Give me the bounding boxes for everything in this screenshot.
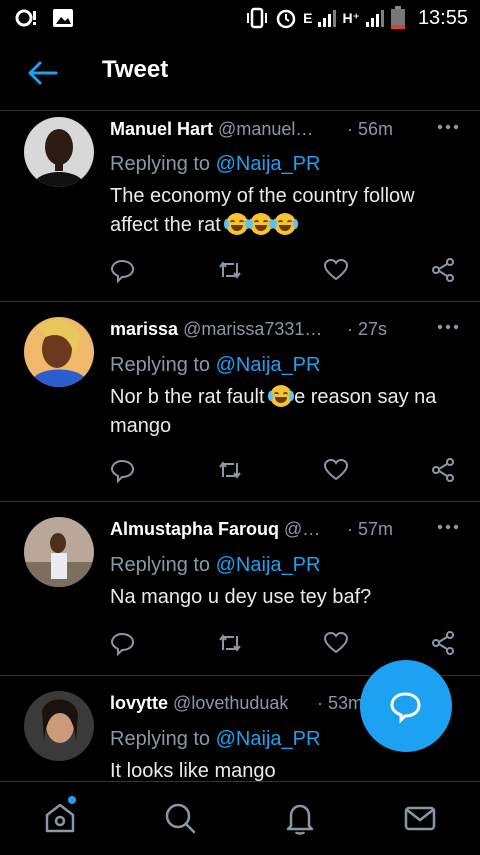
mention-link[interactable]: @Naija_PR [216, 153, 321, 175]
tweet-text: It looks like mango [110, 757, 462, 781]
like-icon[interactable] [323, 257, 349, 283]
tweet-text-content: It looks like mango [110, 760, 276, 781]
home-icon[interactable] [42, 800, 78, 836]
compose-reply-icon [390, 692, 421, 724]
author-handle: @lovethuduak [173, 693, 289, 713]
replying-to-label: Replying to [110, 153, 216, 175]
tweet-time: · 27s [347, 319, 388, 339]
mention-link[interactable]: @Naija_PR [216, 728, 321, 750]
share-icon[interactable] [430, 257, 456, 283]
page-title: Tweet [102, 56, 169, 83]
retweet-icon[interactable] [217, 457, 243, 483]
tweet-text: The economy of the country follow affect… [110, 182, 462, 240]
replying-to: Replying to @Naija_PR [110, 153, 320, 176]
status-right: E H⁺ 13:55 [245, 6, 468, 30]
more-icon[interactable] [436, 117, 460, 137]
share-icon[interactable] [430, 457, 456, 483]
replying-to-label: Replying to [110, 554, 216, 576]
tears-of-joy-emoji [272, 213, 299, 235]
bottom-navigation [0, 781, 480, 855]
replying-to: Replying to @Naija_PR [110, 728, 320, 751]
replying-to: Replying to @Naija_PR [110, 554, 320, 577]
author-name[interactable]: Manuel Hart [110, 119, 213, 139]
messages-icon[interactable] [402, 800, 438, 836]
share-icon[interactable] [430, 630, 456, 656]
network-type-2: H⁺ [342, 9, 360, 26]
more-icon[interactable] [436, 517, 460, 537]
vibrate-icon [247, 7, 268, 29]
gallery-icon [53, 9, 73, 27]
author-handle: @manuel… [218, 119, 314, 139]
author-name[interactable]: Almustapha Farouq [110, 519, 279, 539]
author-name[interactable]: marissa [110, 319, 178, 339]
tweet-actions [110, 457, 458, 483]
tweet-item[interactable]: Manuel Hart @manuel… · 56m Replying to @… [0, 111, 480, 302]
tweet-text-content: Na mango u dey use tey baf? [110, 586, 372, 608]
alarm-icon [276, 9, 296, 29]
status-bar: E H⁺ 13:55 [0, 0, 480, 38]
battery-icon [390, 6, 405, 29]
tweet-time: · 57m [347, 519, 394, 539]
back-arrow-icon[interactable] [26, 60, 60, 86]
like-icon[interactable] [323, 457, 349, 483]
tweet-time: · 53m [317, 693, 364, 713]
tears-of-joy-emoji [248, 213, 275, 235]
more-icon[interactable] [436, 317, 460, 337]
retweet-icon[interactable] [217, 630, 243, 656]
tweet-header: Almustapha Farouq @… · 57m [110, 519, 460, 545]
tweet-actions [110, 630, 458, 656]
tweet-text: Na mango u dey use tey baf? [110, 583, 462, 612]
tweet-time: · 56m [347, 119, 394, 139]
reply-icon[interactable] [110, 257, 136, 283]
tweet-item[interactable]: marissa @marissa7331… · 27s Replying to … [0, 301, 480, 502]
avatar[interactable] [24, 117, 94, 187]
tweet-text: Nor b the rat fault e reason say na mang… [110, 383, 462, 441]
author-handle: @marissa7331… [183, 319, 323, 339]
tweet-item[interactable]: Almustapha Farouq @… · 57m Replying to @… [0, 501, 480, 676]
avatar[interactable] [24, 517, 94, 587]
author-name[interactable]: lovytte [110, 693, 168, 713]
notification-icon [15, 9, 36, 27]
notifications-icon[interactable] [282, 800, 318, 836]
mention-link[interactable]: @Naija_PR [216, 554, 321, 576]
replying-to: Replying to @Naija_PR [110, 354, 320, 377]
reply-icon[interactable] [110, 630, 136, 656]
tweet-text-content: Nor b the rat fault [110, 386, 271, 408]
tweet-header: marissa @marissa7331… · 27s [110, 319, 460, 345]
search-icon[interactable] [162, 800, 198, 836]
avatar[interactable] [24, 317, 94, 387]
status-left [14, 7, 74, 29]
signal-icon [318, 9, 337, 27]
network-type-1: E [303, 10, 313, 26]
retweet-icon[interactable] [217, 257, 243, 283]
clock: 13:55 [417, 6, 468, 29]
reply-icon[interactable] [110, 457, 136, 483]
tears-of-joy-emoji [224, 213, 251, 235]
like-icon[interactable] [323, 630, 349, 656]
tweet-header: Manuel Hart @manuel… · 56m [110, 119, 460, 145]
app-header: Tweet [0, 38, 480, 111]
tweet-actions [110, 257, 458, 283]
replying-to-label: Replying to [110, 354, 216, 376]
author-handle: @… [284, 519, 321, 539]
avatar[interactable] [24, 691, 94, 761]
mention-link[interactable]: @Naija_PR [216, 354, 321, 376]
new-activity-dot [68, 796, 76, 804]
replying-to-label: Replying to [110, 728, 216, 750]
compose-reply-button[interactable] [360, 660, 452, 752]
signal-icon-2 [365, 9, 384, 27]
tears-of-joy-emoji [268, 385, 295, 407]
